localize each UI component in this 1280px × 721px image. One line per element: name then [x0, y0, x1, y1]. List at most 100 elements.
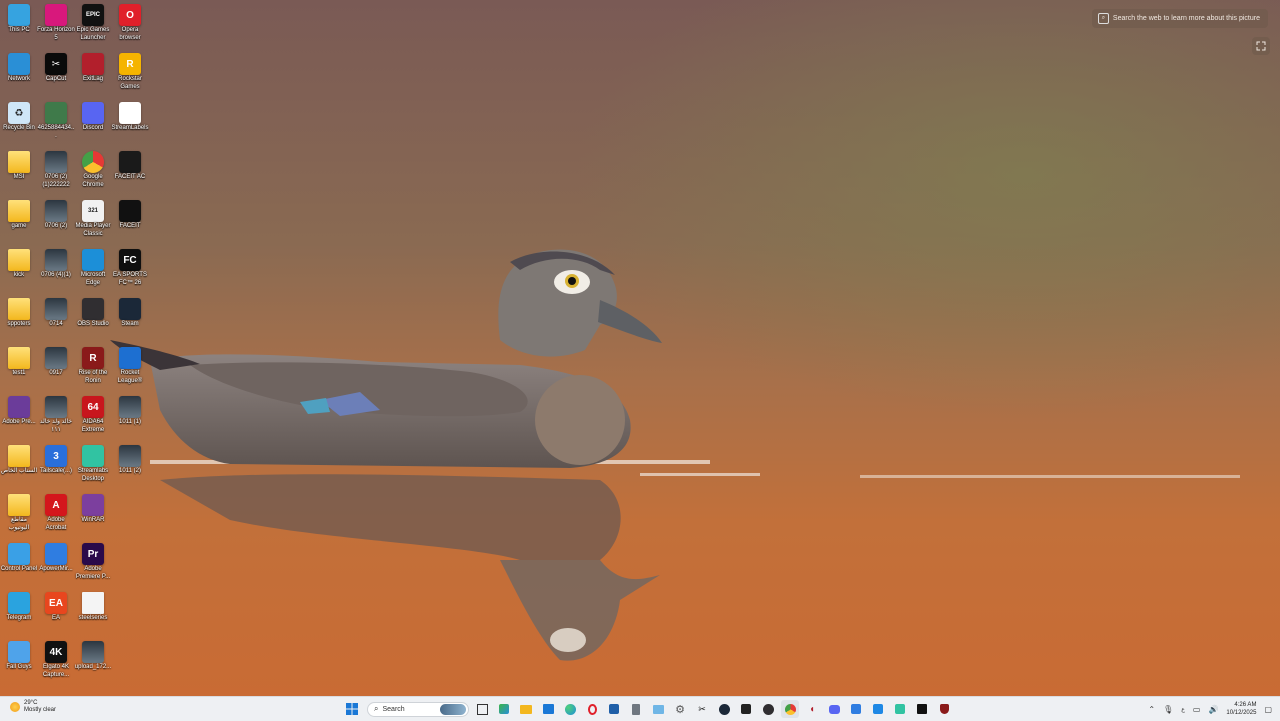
- network-icon[interactable]: ▭: [1193, 705, 1201, 714]
- desktop-icon[interactable]: kick: [0, 247, 38, 280]
- visual-search-pill[interactable]: ⌕ Search the web to learn more about thi…: [1091, 9, 1268, 28]
- desktop-icon[interactable]: R Rockstar Games: [111, 51, 149, 91]
- desktop-icon[interactable]: 1011 (2): [111, 443, 149, 476]
- desktop-icon[interactable]: O Opera browser: [111, 2, 149, 42]
- desktop-icon[interactable]: ✂ CapCut: [37, 51, 75, 84]
- desktop-icon[interactable]: Microsoft Edge: [74, 247, 112, 287]
- desktop-icon[interactable]: ExitLag: [74, 51, 112, 84]
- taskbar-app-chrome[interactable]: [781, 700, 799, 718]
- desktop-icon[interactable]: Google Chrome: [74, 149, 112, 189]
- expand-spotlight-button[interactable]: [1252, 37, 1270, 55]
- desktop-icon[interactable]: 0706 (2): [37, 198, 75, 231]
- taskbar-app-steam[interactable]: [715, 700, 733, 718]
- file-explorer-button[interactable]: [517, 700, 535, 718]
- taskbar-app-streamlabs[interactable]: [891, 700, 909, 718]
- desktop-icon[interactable]: 0714: [37, 296, 75, 329]
- desktop-icon[interactable]: game: [0, 198, 38, 231]
- app-icon: [741, 704, 751, 714]
- desktop-icon[interactable]: FC EA SPORTS FC™ 26: [111, 247, 149, 287]
- desktop-icon[interactable]: Adobe Pre...: [0, 394, 38, 427]
- desktop-icon[interactable]: sppoters: [0, 296, 38, 329]
- desktop-icon[interactable]: Telegram: [0, 590, 38, 623]
- taskbar-app-edge[interactable]: [561, 700, 579, 718]
- taskbar-app-exitlag[interactable]: ◖: [803, 700, 821, 718]
- desktop-icon[interactable]: Streamlabs Desktop: [74, 443, 112, 483]
- desktop-icon[interactable]: 0706 (2)(1)222222: [37, 149, 75, 189]
- taskbar-app-2[interactable]: [627, 700, 645, 718]
- weather-widget[interactable]: 29°C Mostly clear: [10, 700, 56, 714]
- desktop-icon[interactable]: MSI: [0, 149, 38, 182]
- desktop-icon[interactable]: Steam: [111, 296, 149, 329]
- desktop-icon-label: test1: [12, 370, 26, 376]
- notification-icon[interactable]: ▢: [1264, 705, 1272, 714]
- desktop-icon[interactable]: steelseries: [74, 590, 112, 623]
- taskbar-search-box[interactable]: ⌕ Search: [367, 701, 469, 717]
- desktop-icon[interactable]: 321 Media Player Classic: [74, 198, 112, 238]
- desktop-icon[interactable]: Rocket League®: [111, 345, 149, 385]
- desktop-icon-label: Control Panel: [0, 566, 38, 572]
- clock[interactable]: 4:26 AM 10/12/2025: [1226, 701, 1256, 717]
- desktop-icon-label: Opera browser: [119, 27, 141, 41]
- language-icon[interactable]: ع: [1181, 706, 1185, 713]
- desktop-icon[interactable]: Forza Horizon 5: [37, 2, 75, 42]
- desktop-icon-label: 0706 (2): [44, 223, 68, 229]
- desktop-icon[interactable]: 0917: [37, 345, 75, 378]
- desktop-icon[interactable]: Network: [0, 51, 38, 84]
- desktop-icon-label: Discord: [82, 125, 104, 131]
- desktop-icon-label: 0706 (2)(1)222222: [42, 174, 70, 188]
- microphone-icon[interactable]: 🎙: [1163, 705, 1173, 714]
- desktop-icon[interactable]: R Rise of the Ronin: [74, 345, 112, 385]
- desktop-icon[interactable]: 3 Tailscale(...): [37, 443, 75, 476]
- desktop-icon-label: Forza Horizon 5: [37, 27, 75, 41]
- search-placeholder: Search: [382, 705, 405, 713]
- desktop-icon[interactable]: StreamLabels: [111, 100, 149, 133]
- desktop-icon[interactable]: ApowerMir...: [37, 541, 75, 574]
- desktop-icon[interactable]: Control Panel: [0, 541, 38, 574]
- desktop-icon[interactable]: EA EA: [37, 590, 75, 623]
- taskbar-app-store[interactable]: [539, 700, 557, 718]
- recycle-bin-icon: ♻: [8, 102, 30, 124]
- desktop-icon[interactable]: This PC: [0, 2, 38, 35]
- taskbar-app-obs[interactable]: [759, 700, 777, 718]
- volume-icon[interactable]: 🔊: [1208, 705, 1218, 714]
- desktop-icon[interactable]: 4625884434...: [37, 100, 75, 140]
- desktop-icon[interactable]: 0706 (4)(1): [37, 247, 75, 280]
- desktop-icon[interactable]: السناب الخاص: [0, 443, 38, 476]
- widgets-button[interactable]: [495, 700, 513, 718]
- desktop-icon[interactable]: OBS Studio: [74, 296, 112, 329]
- start-button[interactable]: [343, 700, 361, 718]
- folder-icon: [520, 704, 532, 714]
- desktop-icon[interactable]: 64 AIDA64 Extreme: [74, 394, 112, 434]
- taskbar-app-settings[interactable]: ⚙: [671, 700, 689, 718]
- chevron-up-icon[interactable]: ⌃: [1148, 705, 1155, 714]
- desktop-icon[interactable]: A Adobe Acrobat: [37, 492, 75, 532]
- taskbar-app-4[interactable]: [737, 700, 755, 718]
- desktop-icon-label: kick: [13, 272, 25, 278]
- taskbar-app-capcut[interactable]: ✂: [693, 700, 711, 718]
- task-view-button[interactable]: [473, 700, 491, 718]
- desktop-icon[interactable]: 1011 (1): [111, 394, 149, 427]
- desktop-icon-label: OBS Studio: [77, 321, 109, 327]
- taskbar-app-apowermirror[interactable]: [847, 700, 865, 718]
- desktop-icon[interactable]: upload_172...: [74, 639, 112, 672]
- desktop-icon[interactable]: خالد ولد خالد ١١١: [37, 394, 75, 434]
- desktop-icon[interactable]: WinRAR: [74, 492, 112, 525]
- desktop-icon[interactable]: FACEIT: [111, 198, 149, 231]
- desktop-icon[interactable]: Discord: [74, 100, 112, 133]
- desktop-icon[interactable]: Pr Adobe Premiere P...: [74, 541, 112, 581]
- taskbar-app-opera[interactable]: [583, 700, 601, 718]
- taskbar-app-5[interactable]: [869, 700, 887, 718]
- taskbar-app-3[interactable]: [649, 700, 667, 718]
- desktop-icon[interactable]: ♻ Recycle Bin: [0, 100, 38, 133]
- taskbar-app-faceit-ac[interactable]: [935, 700, 953, 718]
- taskbar-app-1[interactable]: [605, 700, 623, 718]
- taskbar-app-faceit[interactable]: [913, 700, 931, 718]
- desktop-icon[interactable]: EPIC Epic Games Launcher: [74, 2, 112, 42]
- desktop-icon[interactable]: مقاطع اليوتيوب: [0, 492, 38, 532]
- desktop-icon[interactable]: test1: [0, 345, 38, 378]
- desktop-icon[interactable]: 4K Elgato 4K Capture...: [37, 639, 75, 679]
- taskbar-app-discord[interactable]: [825, 700, 843, 718]
- edge-icon: [564, 703, 576, 715]
- desktop-icon[interactable]: FACEIT AC: [111, 149, 149, 182]
- desktop-icon[interactable]: Fall Guys: [0, 639, 38, 672]
